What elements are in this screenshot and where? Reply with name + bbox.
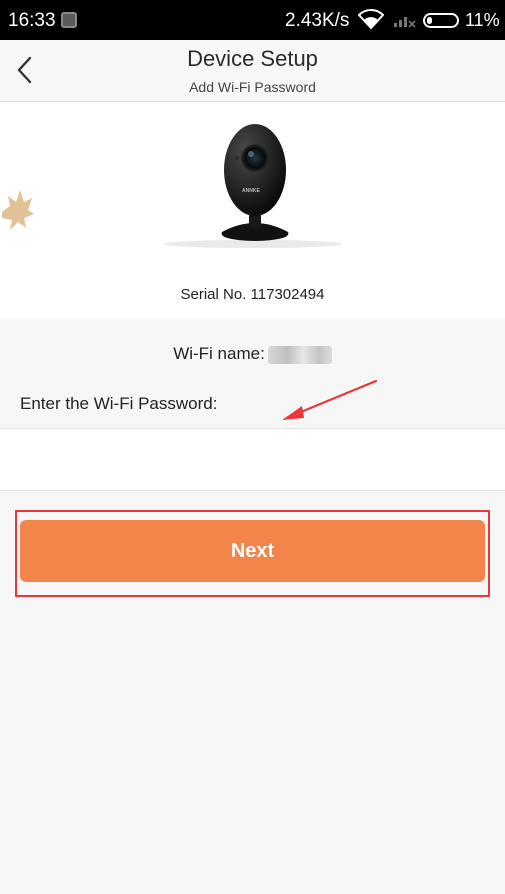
status-bar: 16:33 2.43K/s 11% [0, 0, 505, 40]
wifi-name-redacted [267, 345, 332, 364]
password-input[interactable] [0, 428, 505, 491]
network-speed: 2.43K/s [285, 10, 350, 31]
next-button[interactable]: Next [20, 520, 485, 582]
camera-brand-mark: ANNKE [242, 188, 260, 194]
battery-icon [423, 13, 459, 28]
annotation-arrow-icon [282, 379, 378, 420]
serial-number: Serial No. 117302494 [180, 286, 325, 303]
signal-icon [394, 17, 416, 28]
wifi-name-label: Wi-Fi name: [173, 344, 265, 363]
status-time: 16:33 [8, 10, 56, 31]
header: Device Setup Add Wi-Fi Password [0, 40, 505, 102]
password-label: Enter the Wi-Fi Password: [20, 394, 218, 413]
wifi-icon [358, 9, 384, 30]
camera-image: ANNKE [163, 124, 343, 248]
maple-leaf-decoration [2, 190, 34, 230]
notification-app-icon [61, 12, 77, 28]
battery-percent: 11% [465, 10, 500, 30]
wifi-name: Wi-Fi name: [0, 344, 505, 364]
device-panel: ANNKE Serial No. 117302494 [0, 102, 505, 318]
page-subtitle: Add Wi-Fi Password [189, 79, 316, 95]
page-title: Device Setup [187, 46, 318, 71]
